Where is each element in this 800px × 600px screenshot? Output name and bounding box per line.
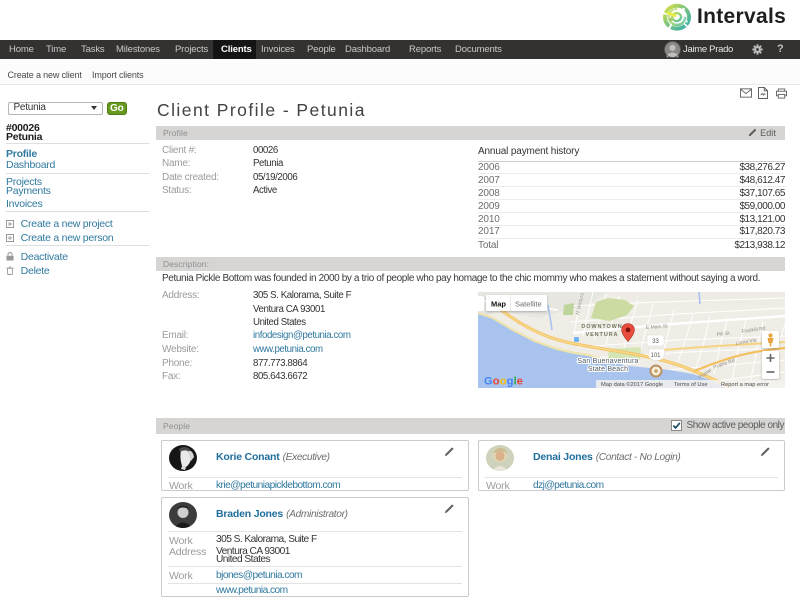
svg-text:G: G [484, 375, 492, 387]
svg-text:o: o [500, 375, 507, 387]
svg-text:Terms of Use: Terms of Use [674, 382, 708, 388]
svg-text:Map: Map [491, 299, 506, 308]
svg-text:e: e [517, 375, 523, 387]
svg-text:Map data ©2017 Google: Map data ©2017 Google [601, 381, 663, 388]
svg-text:g: g [507, 375, 513, 387]
svg-text:San Buenaventura: San Buenaventura [577, 358, 638, 365]
svg-text:Satellite: Satellite [515, 299, 542, 308]
svg-text:101: 101 [650, 353, 661, 359]
svg-text:Report a map error: Report a map error [721, 382, 769, 388]
svg-text:State Beach: State Beach [588, 366, 628, 373]
svg-text:o: o [493, 375, 500, 387]
svg-text:DOWNTOWN: DOWNTOWN [581, 324, 622, 330]
svg-text:33: 33 [652, 339, 659, 345]
svg-text:VENTURA: VENTURA [586, 332, 619, 338]
